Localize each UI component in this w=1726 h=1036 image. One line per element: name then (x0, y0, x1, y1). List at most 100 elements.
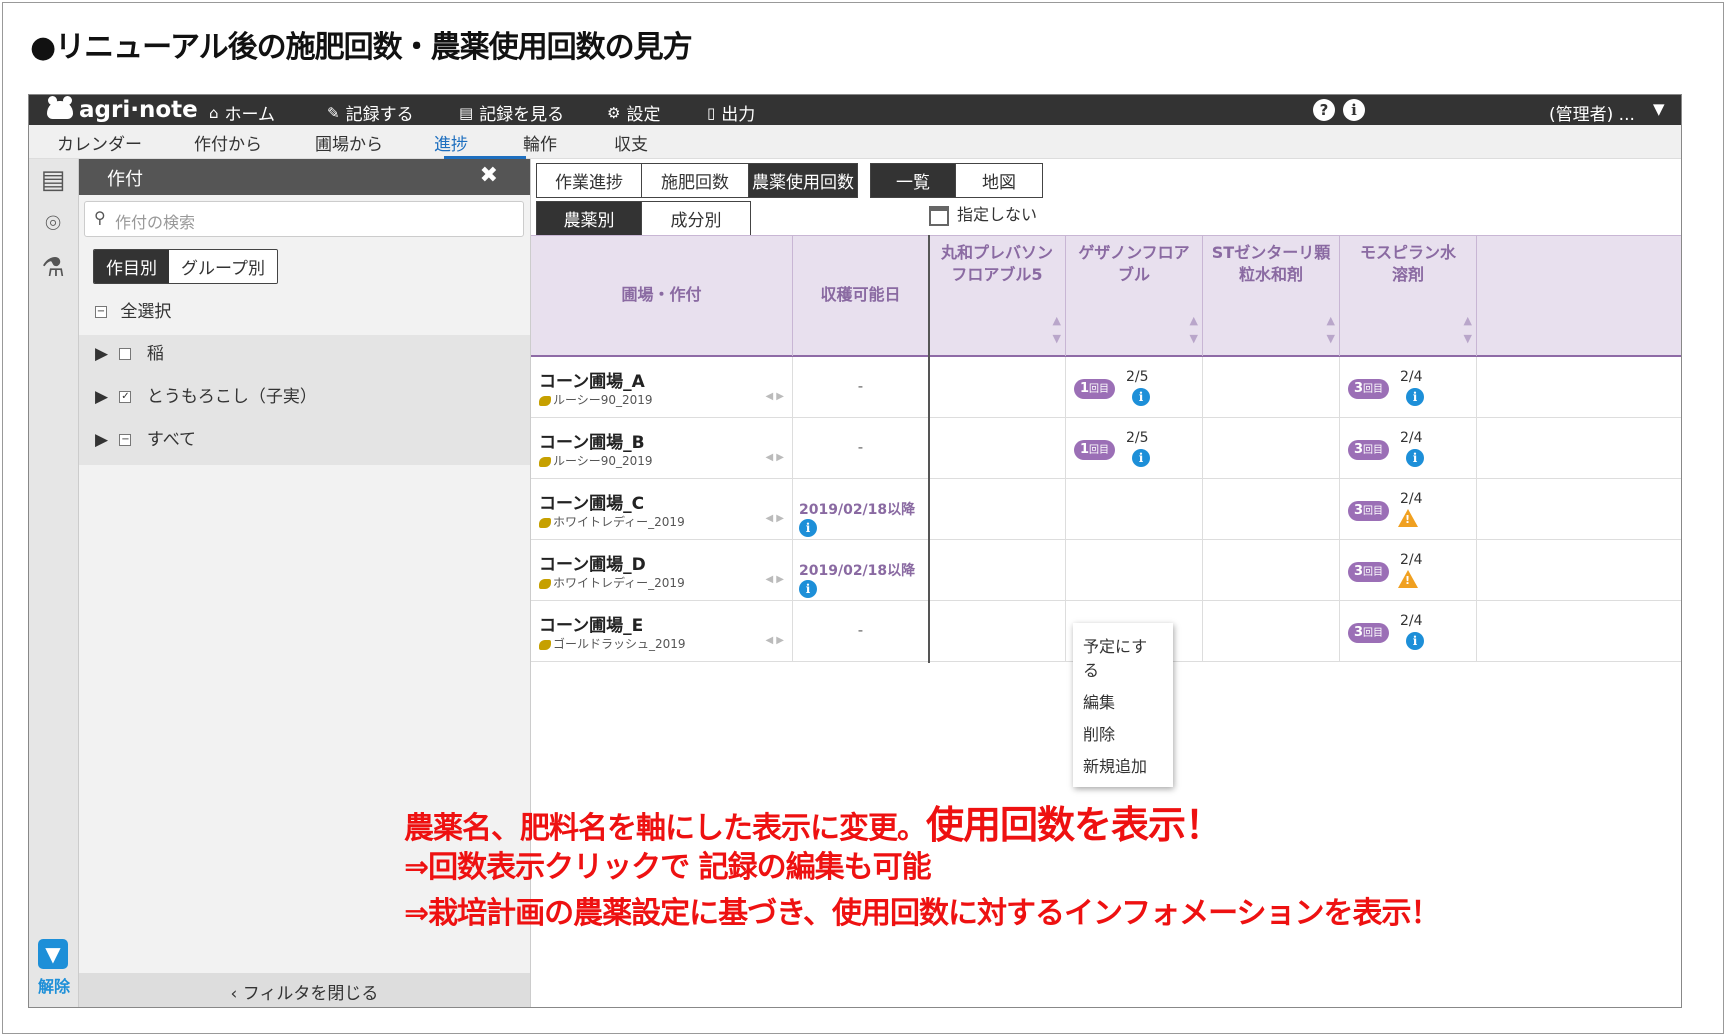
chemical-cell (929, 540, 1066, 601)
prev-next-arrows-icon[interactable]: ◀ ▶ (765, 452, 784, 463)
tree-checkbox[interactable]: − (119, 434, 132, 446)
info-icon[interactable]: i (1343, 99, 1365, 121)
info-icon[interactable]: i (1132, 449, 1150, 467)
nav-home[interactable]: ⌂ ホーム (209, 100, 275, 126)
menu-item-edit[interactable]: 編集 (1073, 685, 1173, 717)
corn-icon (539, 578, 551, 589)
warning-icon[interactable]: ! (1398, 570, 1418, 588)
subnav-by-crop[interactable]: 作付から (194, 130, 262, 155)
filter-release-label[interactable]: 解除 (38, 973, 70, 997)
sub-nav: カレンダー 作付から 圃場から 進捗 輪作 収支 (29, 125, 1681, 159)
menu-item-delete[interactable]: 削除 (1073, 717, 1173, 749)
tab-by-pesticide[interactable]: 農薬別 (536, 201, 642, 236)
subnav-progress[interactable]: 進捗 (434, 130, 468, 155)
usage-count-badge[interactable]: 3回目 (1348, 562, 1390, 582)
date-filter[interactable]: 指定しない (929, 201, 1037, 226)
chemical-cell[interactable]: 3回目 2/4 i (1340, 357, 1477, 418)
prev-next-arrows-icon[interactable]: ◀ ▶ (765, 391, 784, 402)
expand-arrow-icon[interactable]: ▶ (95, 430, 108, 450)
info-icon[interactable]: i (1406, 388, 1424, 406)
info-icon[interactable]: i (1132, 388, 1150, 406)
tab-pesticide-count[interactable]: 農薬使用回数 (748, 163, 858, 198)
flask-icon[interactable]: ⚗ (38, 253, 68, 285)
subnav-rotation[interactable]: 輪作 (523, 130, 557, 155)
field-cell[interactable]: コーン圃場_A ルーシー90_2019 ◀ ▶ (531, 357, 793, 418)
warning-icon[interactable]: ! (1398, 509, 1418, 527)
subnav-by-field[interactable]: 圃場から (315, 130, 383, 155)
tab-list[interactable]: 一覧 (870, 163, 956, 198)
col-chemical-2[interactable]: ゲザノンフロアブル ▲ ▼ (1066, 236, 1203, 356)
prev-next-arrows-icon[interactable]: ◀ ▶ (765, 513, 784, 524)
nav-output[interactable]: ▯ 出力 (707, 100, 755, 126)
tab-by-group[interactable]: グループ別 (169, 250, 277, 283)
usage-count-badge[interactable]: 3回目 (1348, 379, 1390, 399)
close-icon[interactable]: ✖ (480, 163, 498, 188)
col-chemical-4[interactable]: モスピラン水溶剤 ▲ ▼ (1340, 236, 1477, 356)
field-cell[interactable]: コーン圃場_E ゴールドラッシュ_2019 ◀ ▶ (531, 601, 793, 662)
col-chemical-1[interactable]: 丸和プレバソンフロアブル5 ▲ ▼ (929, 236, 1066, 356)
chemical-cell[interactable] (1066, 540, 1203, 601)
info-icon[interactable]: i (799, 580, 817, 598)
chemical-cell[interactable]: 1回目 2/5 i (1066, 418, 1203, 479)
logo[interactable]: agri·note (47, 96, 198, 123)
menu-item-schedule[interactable]: 予定にする (1073, 629, 1173, 685)
crop-name: ホワイトレディー_2019 (539, 574, 685, 591)
usage-count-badge[interactable]: 3回目 (1348, 623, 1390, 643)
col-harvest[interactable]: 収穫可能日 (793, 236, 929, 356)
tree-item-rice[interactable]: ▶ 稲 (95, 339, 546, 364)
close-filter-button[interactable]: ‹ フィルタを閉じる (79, 973, 530, 1007)
menu-item-add-new[interactable]: 新規追加 (1073, 749, 1173, 781)
usage-count-badge[interactable]: 3回目 (1348, 501, 1390, 521)
field-cell[interactable]: コーン圃場_B ルーシー90_2019 ◀ ▶ (531, 418, 793, 479)
chemical-cell[interactable]: 1回目 2/5 i (1066, 357, 1203, 418)
tab-fertilizer-count[interactable]: 施肥回数 (641, 163, 749, 198)
user-menu[interactable]: (管理者) ... (1549, 100, 1635, 125)
chemical-cell[interactable]: 3回目 2/4! (1340, 540, 1477, 601)
crop-list-icon[interactable]: ▤ (38, 165, 68, 197)
chemical-cell[interactable]: 3回目 2/4 i (1340, 601, 1477, 662)
select-all-checkbox[interactable]: − (95, 306, 107, 318)
nav-settings[interactable]: ⚙ 設定 (607, 100, 660, 126)
prev-next-arrows-icon[interactable]: ◀ ▶ (765, 574, 784, 585)
usage-count-badge[interactable]: 3回目 (1348, 440, 1390, 460)
col-chemical-3[interactable]: STゼンターリ顆粒水和剤 ▲ ▼ (1203, 236, 1340, 356)
location-pin-icon[interactable]: ⌾ (38, 209, 68, 241)
usage-count-badge[interactable]: 1回目 (1074, 379, 1116, 399)
subnav-calendar[interactable]: カレンダー (57, 130, 142, 155)
subnav-balance[interactable]: 収支 (614, 130, 648, 155)
tree-item-corn[interactable]: ▶ ✓ とうもろこし（子実） (95, 382, 546, 407)
select-all-row[interactable]: − 全選択 (95, 297, 546, 322)
info-icon[interactable]: i (1406, 632, 1424, 650)
tab-work-progress[interactable]: 作業進捗 (536, 163, 642, 198)
chemical-cell (1203, 540, 1340, 601)
info-icon[interactable]: i (1406, 449, 1424, 467)
filter-icon[interactable]: ▼ (38, 939, 68, 969)
annotation-line-1: 農薬名、肥料名を軸にした表示に変更。使用回数を表示！ (404, 803, 1223, 847)
tab-map[interactable]: 地図 (955, 163, 1043, 198)
crop-search-input[interactable]: ⚲ 作付の検索 (84, 201, 524, 237)
col-field[interactable]: 圃場・作付 (531, 236, 793, 356)
help-icon[interactable]: ? (1313, 99, 1335, 121)
status-indicator: i (1132, 387, 1150, 406)
harvest-cell: 2019/02/18以降 i (793, 479, 929, 540)
calendar-icon (929, 205, 949, 226)
tab-by-crop-type[interactable]: 作目別 (94, 250, 169, 283)
nav-view-records[interactable]: ▤ 記録を見る (459, 100, 564, 126)
tree-checkbox[interactable] (119, 348, 132, 360)
tree-item-all[interactable]: ▶ − すべて (95, 425, 546, 450)
usage-count-badge[interactable]: 1回目 (1074, 440, 1116, 460)
expand-arrow-icon[interactable]: ▶ (95, 387, 108, 407)
tree-checkbox[interactable]: ✓ (119, 391, 132, 403)
prev-next-arrows-icon[interactable]: ◀ ▶ (765, 635, 784, 646)
field-cell[interactable]: コーン圃場_C ホワイトレディー_2019 ◀ ▶ (531, 479, 793, 540)
caret-down-icon[interactable]: ▼ (1653, 100, 1665, 118)
expand-arrow-icon[interactable]: ▶ (95, 344, 108, 364)
chemical-cell[interactable]: 3回目 2/4 i (1340, 418, 1477, 479)
chemical-cell[interactable] (1066, 479, 1203, 540)
field-cell[interactable]: コーン圃場_D ホワイトレディー_2019 ◀ ▶ (531, 540, 793, 601)
nav-record[interactable]: ✎ 記録する (327, 100, 414, 126)
chemical-cell[interactable]: 3回目 2/4! (1340, 479, 1477, 540)
field-name: コーン圃場_E (539, 616, 644, 636)
tab-by-ingredient[interactable]: 成分別 (641, 201, 751, 236)
info-icon[interactable]: i (799, 519, 817, 537)
